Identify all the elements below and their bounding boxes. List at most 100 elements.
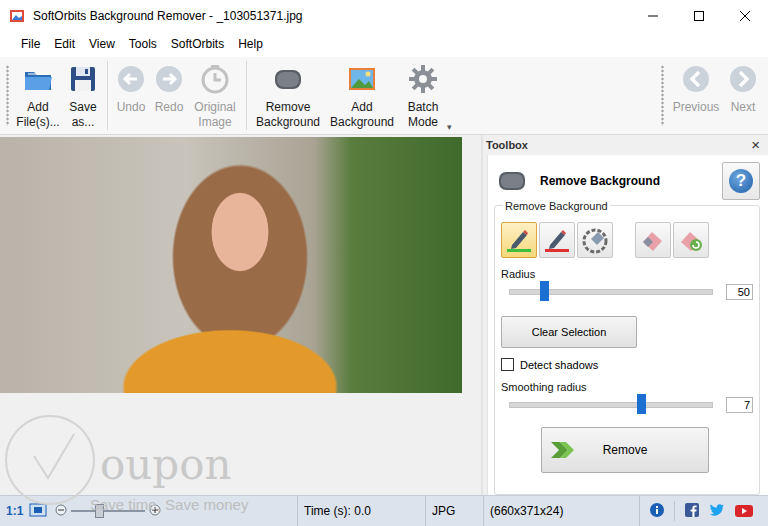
image-canvas[interactable]: [0, 135, 481, 495]
reset-icon: [677, 226, 705, 254]
toolbar-grip[interactable]: [6, 65, 9, 126]
watermark-slogan: Save time, Save money: [90, 496, 248, 513]
panel-title: Remove Background: [540, 174, 722, 188]
previous-button[interactable]: Previous: [668, 63, 724, 115]
help-button[interactable]: ?: [722, 162, 760, 200]
zoom-in-icon[interactable]: [149, 504, 161, 519]
remove-background-icon: [498, 171, 526, 191]
zoom-section: 1:1: [0, 496, 188, 526]
main-area: Toolbox×Remove Background?Remove Backgro…: [0, 135, 768, 495]
smoothing-radius-track[interactable]: [509, 402, 713, 408]
menu-item[interactable]: Help: [231, 35, 270, 53]
toolbox-header: Toolbox ×: [483, 135, 768, 155]
toolbar-label: Add File(s)...: [15, 100, 61, 130]
next-button[interactable]: Next: [724, 63, 762, 115]
processing-time: Time (s): 0.0: [304, 504, 371, 518]
add-files-button[interactable]: Add File(s)...: [13, 63, 63, 130]
close-icon[interactable]: [722, 0, 768, 31]
watermark: ouponSave time, Save money: [4, 398, 96, 521]
toolbar-group: Add File(s)...Save as...: [13, 57, 103, 134]
clear-selection-button[interactable]: Clear Selection: [501, 316, 637, 348]
time-section: Time (s): 0.0: [298, 496, 426, 526]
toolbox-title: Toolbox: [486, 139, 528, 151]
keep-icon: [505, 226, 533, 254]
menu-item[interactable]: Tools: [122, 35, 164, 53]
add-files-icon: [22, 63, 54, 95]
next-icon: [727, 63, 759, 95]
remove-icon: [543, 226, 571, 254]
watermark-logo: oupon: [100, 440, 232, 489]
image-format: JPG: [432, 504, 455, 518]
radius-track[interactable]: [509, 289, 713, 295]
radius-thumb[interactable]: [540, 281, 549, 301]
photo[interactable]: [0, 137, 462, 393]
save-button[interactable]: Save as...: [63, 63, 103, 130]
detect-shadows-checkbox[interactable]: [501, 358, 514, 371]
toolbox-close-button[interactable]: ×: [751, 138, 760, 152]
zoom-slider[interactable]: [71, 510, 145, 512]
tool-row: [501, 222, 753, 258]
batch-button[interactable]: Batch Mode: [399, 63, 447, 130]
redo-icon: [153, 63, 185, 95]
youtube-icon[interactable]: [735, 502, 753, 521]
remove-background-group: Remove BackgroundRadius50Clear Selection…: [494, 205, 760, 495]
remove-bg-button[interactable]: Remove Background: [251, 63, 325, 130]
menu-item[interactable]: File: [14, 35, 47, 53]
menu-item[interactable]: View: [82, 35, 122, 53]
title-bar: SoftOrbits Background Remover - _1030513…: [0, 0, 768, 31]
undo-icon: [115, 63, 147, 95]
keep-tool-button[interactable]: [501, 222, 537, 258]
facebook-icon[interactable]: [685, 503, 699, 520]
menu-bar: FileEditViewToolsSoftOrbitsHelp: [0, 31, 768, 57]
toolbox-body: Remove Background?Remove BackgroundRadiu…: [487, 155, 768, 495]
clear-marks-tool-button[interactable]: [635, 222, 671, 258]
dimensions-section: (660x371x24): [484, 496, 640, 526]
reset-tool-button[interactable]: [673, 222, 709, 258]
batch-icon: [407, 63, 439, 95]
smoothing-radius-slider: 7: [501, 397, 753, 413]
maximize-icon[interactable]: [676, 0, 722, 31]
zoom-thumb[interactable]: [95, 504, 104, 518]
original-button[interactable]: Original Image: [188, 63, 242, 130]
radius-slider: 50: [501, 284, 753, 300]
toolbar-label: Redo: [152, 100, 186, 115]
toolbar-label: Batch Mode: [401, 100, 445, 130]
radius-value-field[interactable]: 50: [726, 284, 753, 300]
smoothing-radius-thumb[interactable]: [637, 394, 646, 414]
toolbar-group: UndoRedoOriginal Image: [112, 57, 242, 134]
eraser-tool-button[interactable]: [577, 222, 613, 258]
separator: [674, 501, 675, 521]
twitter-icon[interactable]: [709, 503, 725, 520]
watermark-check-icon: [4, 398, 96, 521]
menu-item[interactable]: SoftOrbits: [164, 35, 231, 53]
menu-item[interactable]: Edit: [47, 35, 82, 53]
toolbox-panel: Toolbox×Remove Background?Remove Backgro…: [483, 135, 768, 495]
app-icon: [9, 8, 25, 24]
add-bg-icon: [346, 63, 378, 95]
undo-button[interactable]: Undo: [112, 63, 150, 115]
toolbar-overflow-button[interactable]: ▾: [447, 122, 452, 132]
smoothing-radius-value-field[interactable]: 7: [726, 397, 753, 413]
smoothing-radius-label: Smoothing radius: [501, 381, 753, 393]
toolbar-grip[interactable]: [661, 65, 664, 126]
eraser-icon: [581, 226, 609, 254]
remove-button[interactable]: Remove: [541, 427, 709, 473]
remove-tool-button[interactable]: [539, 222, 575, 258]
window-title: SoftOrbits Background Remover - _1030513…: [33, 9, 630, 23]
save-icon: [67, 63, 99, 95]
detect-shadows-label[interactable]: Detect shadows: [520, 359, 598, 371]
toolbar-label: Save as...: [65, 100, 101, 130]
add-bg-button[interactable]: Add Background: [325, 63, 399, 130]
actual-size-button[interactable]: 1:1: [6, 504, 23, 518]
fit-to-window-icon[interactable]: [29, 503, 47, 520]
detect-shadows-row[interactable]: Detect shadows: [501, 358, 753, 371]
radius-label: Radius: [501, 268, 753, 280]
zoom-out-icon[interactable]: [55, 504, 67, 519]
original-icon: [199, 63, 231, 95]
info-icon[interactable]: [650, 503, 664, 520]
toolbar-separator: [107, 61, 108, 130]
toolbar-group: Remove BackgroundAdd BackgroundBatch Mod…: [251, 57, 447, 134]
minimize-icon[interactable]: [630, 0, 676, 31]
format-section: JPG: [426, 496, 484, 526]
redo-button[interactable]: Redo: [150, 63, 188, 115]
